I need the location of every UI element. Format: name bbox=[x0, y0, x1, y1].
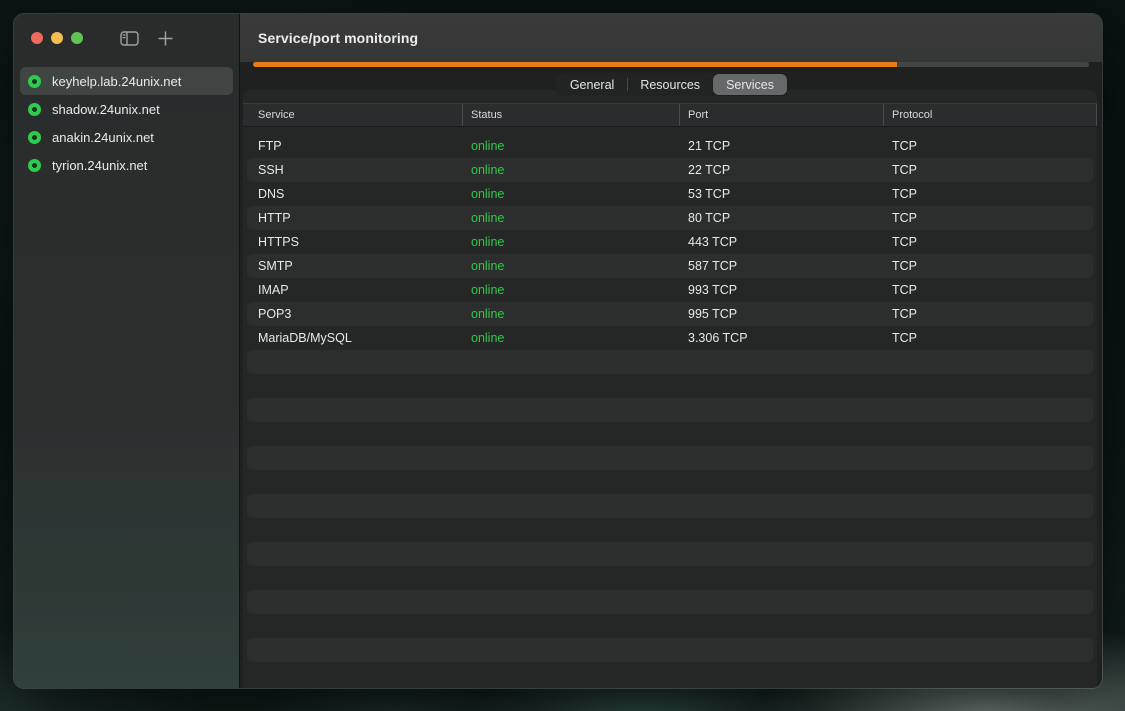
sidebar: keyhelp.lab.24unix.net shadow.24unix.net… bbox=[14, 14, 240, 688]
sidebar-item-shadow.24unix.net[interactable]: shadow.24unix.net bbox=[20, 95, 233, 123]
cell-status: online bbox=[463, 235, 680, 249]
cell-port: 80 TCP bbox=[680, 211, 884, 225]
zoom-button[interactable] bbox=[71, 32, 83, 44]
column-header-protocol[interactable]: Protocol bbox=[884, 104, 1097, 126]
server-status-icon bbox=[28, 103, 41, 116]
close-button[interactable] bbox=[31, 32, 43, 44]
server-name-label: tyrion.24unix.net bbox=[52, 158, 147, 173]
sidebar-toggle-icon[interactable] bbox=[117, 26, 141, 50]
cell-protocol: TCP bbox=[884, 307, 1093, 321]
cell-status: online bbox=[463, 163, 680, 177]
sidebar-item-anakin.24unix.net[interactable]: anakin.24unix.net bbox=[20, 123, 233, 151]
cell-port: 21 TCP bbox=[680, 139, 884, 153]
tab-services[interactable]: Services bbox=[713, 74, 787, 95]
empty-table-row bbox=[247, 350, 1093, 374]
server-name-label: anakin.24unix.net bbox=[52, 130, 154, 145]
server-status-icon bbox=[28, 75, 41, 88]
cell-service: POP3 bbox=[247, 307, 463, 321]
table-row[interactable]: IMAP online 993 TCP TCP bbox=[247, 278, 1093, 302]
empty-table-row bbox=[247, 542, 1093, 566]
cell-service: HTTPS bbox=[247, 235, 463, 249]
column-header-port[interactable]: Port bbox=[680, 104, 884, 126]
server-name-label: keyhelp.lab.24unix.net bbox=[52, 74, 181, 89]
cell-protocol: TCP bbox=[884, 139, 1093, 153]
progress-bar-fill bbox=[253, 62, 897, 67]
cell-port: 587 TCP bbox=[680, 259, 884, 273]
empty-table-row bbox=[247, 422, 1093, 446]
progress-bar-track bbox=[253, 62, 1089, 67]
app-window: keyhelp.lab.24unix.net shadow.24unix.net… bbox=[14, 14, 1102, 688]
table-row[interactable]: POP3 online 995 TCP TCP bbox=[247, 302, 1093, 326]
empty-table-row bbox=[247, 614, 1093, 638]
cell-status: online bbox=[463, 211, 680, 225]
server-status-icon bbox=[28, 159, 41, 172]
tab-control: General Resources Services bbox=[556, 73, 788, 96]
cell-status: online bbox=[463, 331, 680, 345]
server-name-label: shadow.24unix.net bbox=[52, 102, 160, 117]
server-list: keyhelp.lab.24unix.net shadow.24unix.net… bbox=[14, 62, 239, 179]
empty-table-row bbox=[247, 662, 1093, 686]
table-row[interactable]: SMTP online 587 TCP TCP bbox=[247, 254, 1093, 278]
table-row[interactable]: HTTP online 80 TCP TCP bbox=[247, 206, 1093, 230]
cell-protocol: TCP bbox=[884, 211, 1093, 225]
services-panel: Service Status Port Protocol FTP online … bbox=[243, 90, 1097, 688]
empty-table-row bbox=[247, 638, 1093, 662]
minimize-button[interactable] bbox=[51, 32, 63, 44]
table-row[interactable]: SSH online 22 TCP TCP bbox=[247, 158, 1093, 182]
cell-protocol: TCP bbox=[884, 187, 1093, 201]
cell-protocol: TCP bbox=[884, 235, 1093, 249]
empty-table-row bbox=[247, 566, 1093, 590]
cell-port: 443 TCP bbox=[680, 235, 884, 249]
cell-status: online bbox=[463, 283, 680, 297]
plus-icon[interactable] bbox=[153, 26, 177, 50]
empty-table-row bbox=[247, 398, 1093, 422]
table-row[interactable]: MariaDB/MySQL online 3.306 TCP TCP bbox=[247, 326, 1093, 350]
cell-port: 995 TCP bbox=[680, 307, 884, 321]
cell-service: MariaDB/MySQL bbox=[247, 331, 463, 345]
page-title: Service/port monitoring bbox=[258, 30, 418, 46]
cell-status: online bbox=[463, 187, 680, 201]
cell-service: DNS bbox=[247, 187, 463, 201]
cell-port: 993 TCP bbox=[680, 283, 884, 297]
sidebar-titlebar bbox=[14, 14, 239, 62]
cell-service: HTTP bbox=[247, 211, 463, 225]
cell-service: FTP bbox=[247, 139, 463, 153]
cell-status: online bbox=[463, 307, 680, 321]
column-header-service[interactable]: Service bbox=[243, 104, 463, 126]
sidebar-item-keyhelp.lab.24unix.net[interactable]: keyhelp.lab.24unix.net bbox=[20, 67, 233, 95]
cell-protocol: TCP bbox=[884, 331, 1093, 345]
empty-table-row bbox=[247, 518, 1093, 542]
table-body: FTP online 21 TCP TCP SSH online 22 TCP … bbox=[243, 127, 1097, 686]
cell-port: 3.306 TCP bbox=[680, 331, 884, 345]
column-header-status[interactable]: Status bbox=[463, 104, 680, 126]
server-status-icon bbox=[28, 131, 41, 144]
sidebar-item-tyrion.24unix.net[interactable]: tyrion.24unix.net bbox=[20, 151, 233, 179]
cell-port: 22 TCP bbox=[680, 163, 884, 177]
main-pane: Service/port monitoring Service Status P… bbox=[240, 14, 1102, 688]
cell-service: SSH bbox=[247, 163, 463, 177]
cell-service: SMTP bbox=[247, 259, 463, 273]
cell-protocol: TCP bbox=[884, 283, 1093, 297]
tab-resources[interactable]: Resources bbox=[627, 74, 713, 95]
cell-status: online bbox=[463, 139, 680, 153]
empty-table-row bbox=[247, 374, 1093, 398]
empty-table-row bbox=[247, 494, 1093, 518]
table-header: Service Status Port Protocol bbox=[243, 103, 1097, 127]
table-row[interactable]: DNS online 53 TCP TCP bbox=[247, 182, 1093, 206]
cell-protocol: TCP bbox=[884, 163, 1093, 177]
tab-general[interactable]: General bbox=[557, 74, 627, 95]
cell-protocol: TCP bbox=[884, 259, 1093, 273]
table-row[interactable]: FTP online 21 TCP TCP bbox=[247, 134, 1093, 158]
cell-port: 53 TCP bbox=[680, 187, 884, 201]
empty-table-row bbox=[247, 590, 1093, 614]
empty-table-row bbox=[247, 446, 1093, 470]
cell-status: online bbox=[463, 259, 680, 273]
window-titlebar: Service/port monitoring bbox=[240, 14, 1102, 62]
cell-service: IMAP bbox=[247, 283, 463, 297]
empty-table-row bbox=[247, 470, 1093, 494]
table-row[interactable]: HTTPS online 443 TCP TCP bbox=[247, 230, 1093, 254]
